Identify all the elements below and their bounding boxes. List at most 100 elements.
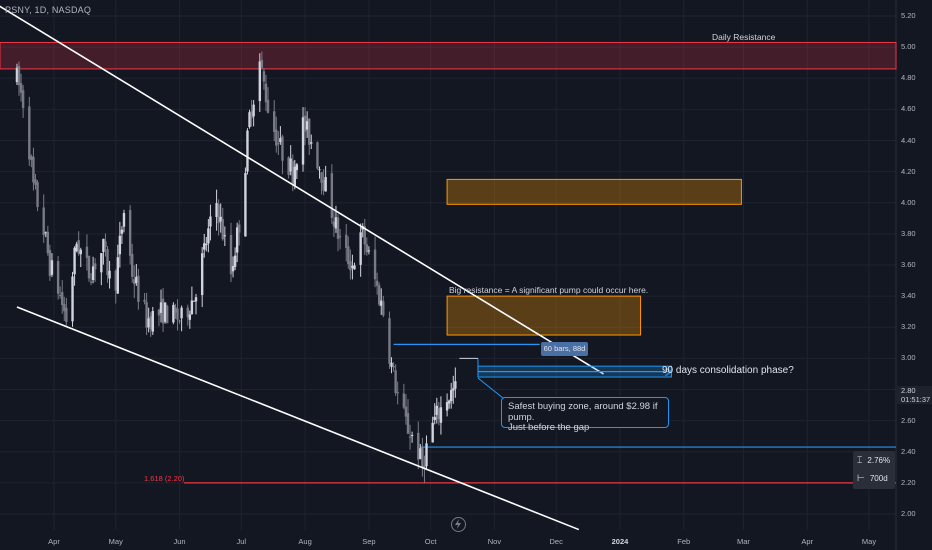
candle-body: [353, 265, 356, 270]
candle-body: [404, 406, 408, 417]
candle-body: [322, 179, 325, 191]
candle-body: [137, 275, 140, 302]
consolidation-range: [459, 357, 673, 403]
stat-days: 700d: [869, 474, 888, 483]
time-tick-label: Nov: [487, 537, 502, 546]
candle-body: [435, 405, 439, 415]
time-tick-label: Jun: [173, 537, 186, 546]
candles: [15, 51, 457, 483]
candle-body: [238, 224, 241, 233]
price-tick-label: 4.80: [901, 73, 916, 83]
orange-zone: [446, 178, 742, 205]
range-icon: ⌶: [857, 455, 863, 465]
candle-body: [365, 244, 369, 253]
time-range-icon: ⊢: [857, 473, 865, 483]
price-tick-label: 3.00: [901, 353, 916, 363]
candle-body: [203, 243, 206, 250]
candle-body: [310, 142, 313, 144]
candle-body: [151, 310, 154, 332]
price-tick-label: 3.80: [901, 228, 916, 238]
stat-percent: 2.76%: [867, 456, 891, 465]
candle-body: [190, 300, 194, 314]
candle-body: [36, 182, 39, 207]
candle-body: [192, 300, 196, 302]
candle-body: [149, 316, 152, 330]
buying-zone-line1: Safest buying zone, around $2.98 if pump…: [508, 401, 658, 423]
price-tick-label: 5.00: [901, 42, 916, 52]
candle-body: [338, 236, 342, 238]
candle-body: [359, 232, 362, 265]
time-tick-label: May: [861, 537, 877, 546]
daily-resistance-zone[interactable]: [0, 41, 897, 70]
candle-body: [264, 83, 268, 103]
candle-body: [217, 204, 220, 224]
candle-body: [450, 390, 453, 402]
candle-body: [75, 243, 78, 252]
candle-body: [260, 59, 264, 68]
big-resistance-label: Big resistance = A significant pump coul…: [449, 285, 649, 295]
candle-body: [91, 266, 95, 280]
candle-body: [291, 160, 294, 184]
candle-body: [305, 121, 309, 130]
candle-body: [128, 210, 132, 256]
buying-zone-line2: Just before the gap: [508, 422, 590, 433]
candle-body: [161, 298, 165, 324]
time-tick-label: May: [108, 537, 123, 546]
price-tick-label: 2.20: [901, 477, 916, 487]
price-tick-label: 3.40: [901, 291, 916, 301]
orange-zone: [446, 295, 642, 336]
candle-body: [433, 416, 436, 421]
candle-body: [174, 307, 177, 313]
candle-body: [252, 104, 255, 117]
candle-body: [219, 216, 222, 222]
measure-label[interactable]: 60 bars, 88d: [541, 342, 588, 356]
candle-body: [417, 432, 420, 460]
candle-body: [93, 263, 97, 270]
candle-body: [178, 320, 181, 322]
candle-body: [34, 179, 37, 185]
candle-body: [233, 255, 237, 267]
time-tick-label: Jul: [236, 537, 247, 546]
candle-body: [388, 318, 391, 364]
candle-body: [89, 281, 93, 283]
price-axis[interactable]: [896, 0, 932, 550]
candle-body: [188, 314, 192, 320]
candle-body: [281, 136, 284, 161]
candle-body: [145, 302, 148, 328]
candle-body: [108, 270, 111, 279]
candle-body: [19, 83, 23, 93]
candle-body: [77, 240, 80, 254]
candle-body: [303, 115, 307, 132]
candle-body: [289, 158, 292, 172]
candle-body: [143, 299, 146, 302]
candle-body: [293, 166, 296, 187]
bar-countdown: 01:51:37: [901, 394, 931, 404]
candle-body: [44, 232, 47, 234]
price-chart[interactable]: [0, 0, 932, 550]
candle-body: [258, 61, 262, 102]
candle-body: [380, 300, 383, 306]
candle-body: [235, 227, 239, 253]
current-price-box: 2.80 01:51:37: [897, 386, 932, 404]
price-tick-label: 3.60: [901, 260, 916, 269]
candle-body: [408, 436, 412, 438]
candle-body: [120, 229, 124, 234]
candle-body: [332, 221, 336, 227]
lightning-icon[interactable]: [451, 517, 466, 532]
candle-body: [351, 265, 354, 268]
candle-body: [231, 266, 235, 272]
candle-body: [180, 307, 183, 319]
candle-body: [73, 247, 76, 275]
candle-body: [349, 261, 352, 271]
consolidation-label: 90 days consolidation phase?: [662, 365, 794, 376]
time-tick-label: Sep: [362, 537, 376, 546]
price-tick-label: 5.20: [901, 11, 916, 20]
price-tick-label: 2.40: [901, 446, 916, 456]
buying-zone-callout[interactable]: Safest buying zone, around $2.98 if pump…: [501, 397, 669, 433]
candle-body: [396, 392, 399, 394]
ticker-title[interactable]: PSNY, 1D, NASDAQ: [5, 5, 91, 15]
measure-stats-box[interactable]: ⌶ 2.76% ⊢ 700d: [853, 451, 895, 489]
price-tick-label: 4.00: [901, 197, 916, 207]
candle-body: [61, 292, 64, 305]
candle-body: [114, 270, 117, 291]
